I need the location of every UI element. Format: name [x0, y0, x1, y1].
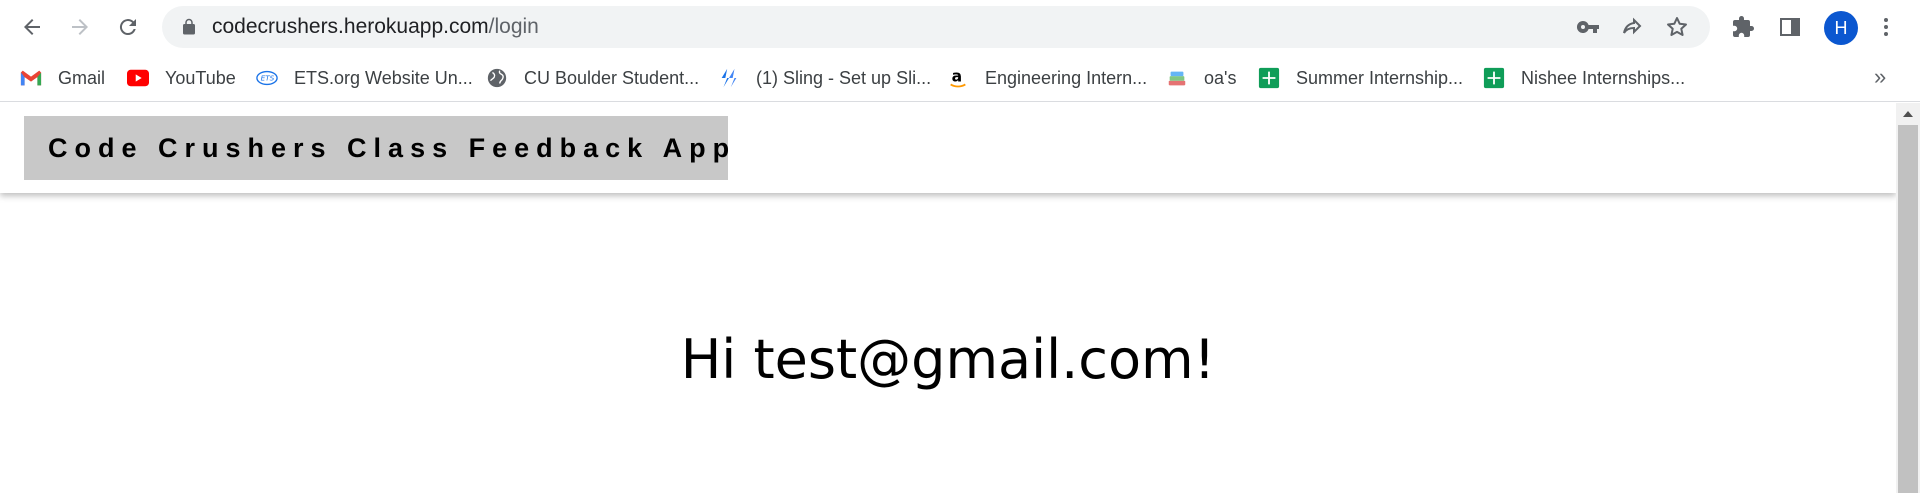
bookmarks-bar: Gmail YouTube ETS ETS.org Website Un... … — [0, 54, 1920, 102]
books-icon — [1166, 67, 1188, 89]
bookmark-cu-boulder[interactable]: CU Boulder Student... — [486, 64, 699, 92]
bookmark-oas[interactable]: oa's — [1166, 64, 1236, 92]
address-bar[interactable]: codecrushers.herokuapp.com/login — [162, 6, 1710, 48]
bookmark-summer-internship[interactable]: Summer Internship... — [1258, 64, 1463, 92]
forward-button[interactable] — [62, 9, 98, 45]
svg-text:ETS: ETS — [261, 74, 275, 83]
key-icon[interactable] — [1576, 15, 1600, 39]
lock-icon[interactable] — [180, 18, 198, 36]
globe-icon — [486, 67, 508, 89]
puzzle-icon — [1733, 16, 1754, 37]
vertical-scrollbar[interactable] — [1896, 103, 1920, 493]
reload-button[interactable] — [110, 9, 146, 45]
sling-icon — [718, 67, 740, 89]
url-path: /login — [488, 15, 539, 38]
app-title: Code Crushers Class Feedback App — [48, 132, 737, 163]
extensions-button[interactable] — [1729, 13, 1757, 41]
youtube-icon — [127, 67, 149, 89]
star-icon[interactable] — [1665, 15, 1689, 39]
menu-button[interactable] — [1872, 13, 1900, 41]
share-icon[interactable] — [1620, 15, 1644, 39]
bookmark-label: YouTube — [165, 67, 236, 88]
greeting-text: Hi test@gmail.com! — [680, 328, 1216, 391]
sheets-icon — [1258, 67, 1280, 89]
forward-arrow-icon — [72, 19, 88, 35]
page-viewport: Code Crushers Class Feedback App Hi test… — [0, 103, 1920, 493]
ets-icon: ETS — [256, 67, 278, 89]
bookmark-sling[interactable]: (1) Sling - Set up Sli... — [718, 64, 931, 92]
reload-icon — [119, 19, 136, 36]
browser-toolbar: codecrushers.herokuapp.com/login H — [0, 0, 1920, 54]
more-bookmarks-chevron-icon[interactable]: » — [1874, 64, 1886, 90]
app-header: Code Crushers Class Feedback App — [0, 103, 1896, 193]
profile-avatar[interactable]: H — [1824, 11, 1858, 45]
bookmark-ets[interactable]: ETS ETS.org Website Un... — [256, 64, 473, 92]
sheets-icon — [1483, 67, 1505, 89]
bookmark-label: CU Boulder Student... — [524, 67, 700, 88]
bookmark-label: oa's — [1204, 67, 1237, 88]
bookmark-label: Summer Internship... — [1296, 67, 1464, 88]
bookmark-youtube[interactable]: YouTube — [127, 64, 236, 92]
back-arrow-icon — [24, 19, 40, 35]
side-panel-button[interactable] — [1776, 13, 1804, 41]
url-text[interactable]: codecrushers.herokuapp.com/login — [212, 6, 539, 48]
back-button[interactable] — [14, 9, 50, 45]
kebab-menu-icon — [1884, 18, 1888, 36]
gmail-icon — [20, 67, 42, 89]
svg-text:a: a — [952, 68, 963, 86]
scrollbar-thumb[interactable] — [1898, 125, 1918, 493]
bookmark-label: (1) Sling - Set up Sli... — [756, 67, 932, 88]
side-panel-icon — [1780, 18, 1800, 36]
amazon-icon: a — [947, 67, 969, 89]
bookmark-label: ETS.org Website Un... — [294, 67, 473, 88]
url-host: codecrushers.herokuapp.com — [212, 15, 489, 38]
bookmark-label: Nishee Internships... — [1521, 67, 1686, 88]
app-title-box: Code Crushers Class Feedback App — [24, 116, 729, 180]
bookmark-nishee-internships[interactable]: Nishee Internships... — [1483, 64, 1685, 92]
bookmark-label: Engineering Intern... — [985, 67, 1148, 88]
bookmark-label: Gmail — [58, 67, 106, 88]
bookmark-gmail[interactable]: Gmail — [20, 64, 105, 92]
scroll-up-arrow-icon[interactable] — [1896, 103, 1920, 125]
bookmark-engineering-intern[interactable]: a Engineering Intern... — [947, 64, 1147, 92]
